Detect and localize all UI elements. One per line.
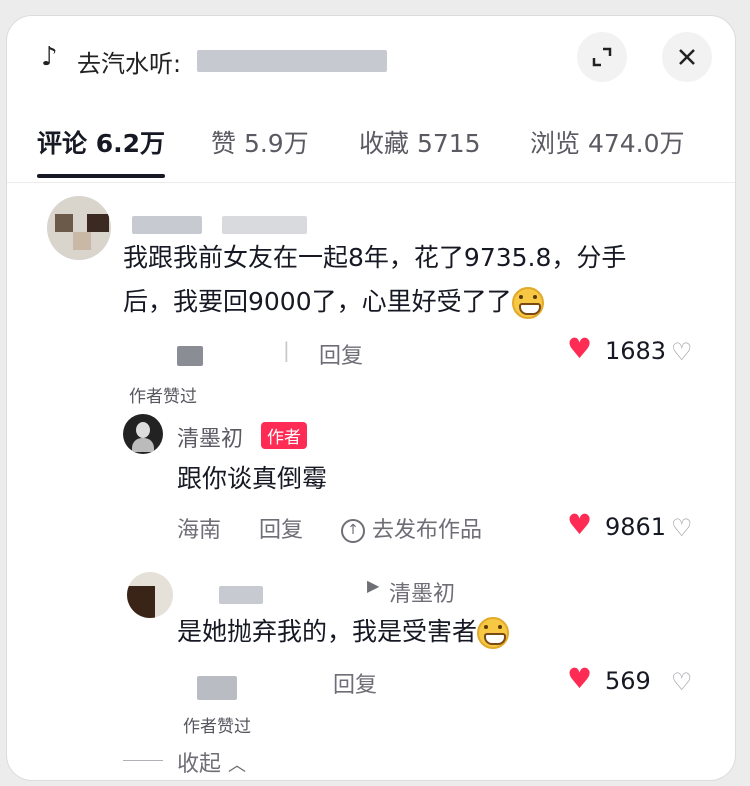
like-count: 569 <box>605 667 651 695</box>
like-count: 1683 <box>605 337 667 365</box>
song-name-redacted <box>197 50 387 72</box>
comment-text-line2: 后，我要回9000了，心里好受了了 <box>123 282 544 322</box>
collapse-button[interactable]: 收起 ︿ <box>177 746 246 778</box>
close-icon <box>679 49 695 65</box>
page-title[interactable]: 去汽水听: <box>77 44 181 79</box>
comments-panel: ♪ 去汽水听: 评论 6.2万 赞 5.9万 收藏 5715 浏览 474.0万… <box>6 15 736 781</box>
upload-icon: ↑ <box>341 519 365 543</box>
dislike-icon[interactable]: ♡ <box>671 338 693 366</box>
chevron-up-icon: ︿ <box>228 755 247 776</box>
avatar[interactable] <box>123 414 163 454</box>
reply-user-redacted <box>197 676 237 700</box>
username-redacted <box>132 216 202 234</box>
avatar[interactable] <box>127 572 173 618</box>
active-tab-indicator <box>37 174 165 178</box>
expand-button[interactable] <box>577 32 627 82</box>
grin-emoji-icon <box>511 287 544 319</box>
comment-text: 我跟我前女友在一起8年，花了9735.8，分手 <box>123 243 627 272</box>
heart-icon[interactable]: ♥ <box>567 332 592 365</box>
close-button[interactable] <box>662 32 712 82</box>
dislike-icon[interactable]: ♡ <box>671 514 693 542</box>
heart-icon[interactable]: ♥ <box>567 508 592 541</box>
reply-button[interactable]: 回复 <box>259 512 303 544</box>
grin-emoji-icon <box>477 617 510 649</box>
tab-likes[interactable]: 赞 5.9万 <box>211 124 309 160</box>
tab-views[interactable]: 浏览 474.0万 <box>530 124 685 160</box>
author-liked-label: 作者赞过 <box>183 717 251 737</box>
reply-user-redacted <box>177 346 203 366</box>
collapse-divider <box>123 760 163 761</box>
author-badge: 作者 <box>261 422 307 449</box>
reply-button[interactable]: 回复 <box>319 338 363 370</box>
location-label: 海南 <box>177 518 222 543</box>
header-divider <box>7 182 735 183</box>
username-redacted <box>222 216 307 234</box>
separator: | <box>283 338 290 362</box>
avatar[interactable] <box>47 196 111 260</box>
author-liked-label: 作者赞过 <box>129 387 197 407</box>
comment-text: 是她抛弃我的，我是受害者 <box>177 612 510 652</box>
reply-button[interactable]: 回复 <box>333 667 377 699</box>
like-count: 9861 <box>605 513 667 541</box>
username-redacted <box>219 586 263 604</box>
author-name[interactable]: 清墨初 <box>177 421 243 453</box>
tab-comments[interactable]: 评论 6.2万 <box>37 124 165 160</box>
dislike-icon[interactable]: ♡ <box>671 668 693 696</box>
publish-button[interactable]: ↑ 去发布作品 <box>341 512 482 544</box>
music-note-icon: ♪ <box>41 42 58 72</box>
heart-icon[interactable]: ♥ <box>567 662 592 695</box>
expand-icon <box>592 47 612 67</box>
tab-favorites[interactable]: 收藏 5715 <box>359 124 481 160</box>
reply-to-arrow-icon: ▶ <box>367 576 380 595</box>
reply-to-name[interactable]: 清墨初 <box>389 576 455 608</box>
comment-text: 跟你谈真倒霉 <box>177 464 328 493</box>
